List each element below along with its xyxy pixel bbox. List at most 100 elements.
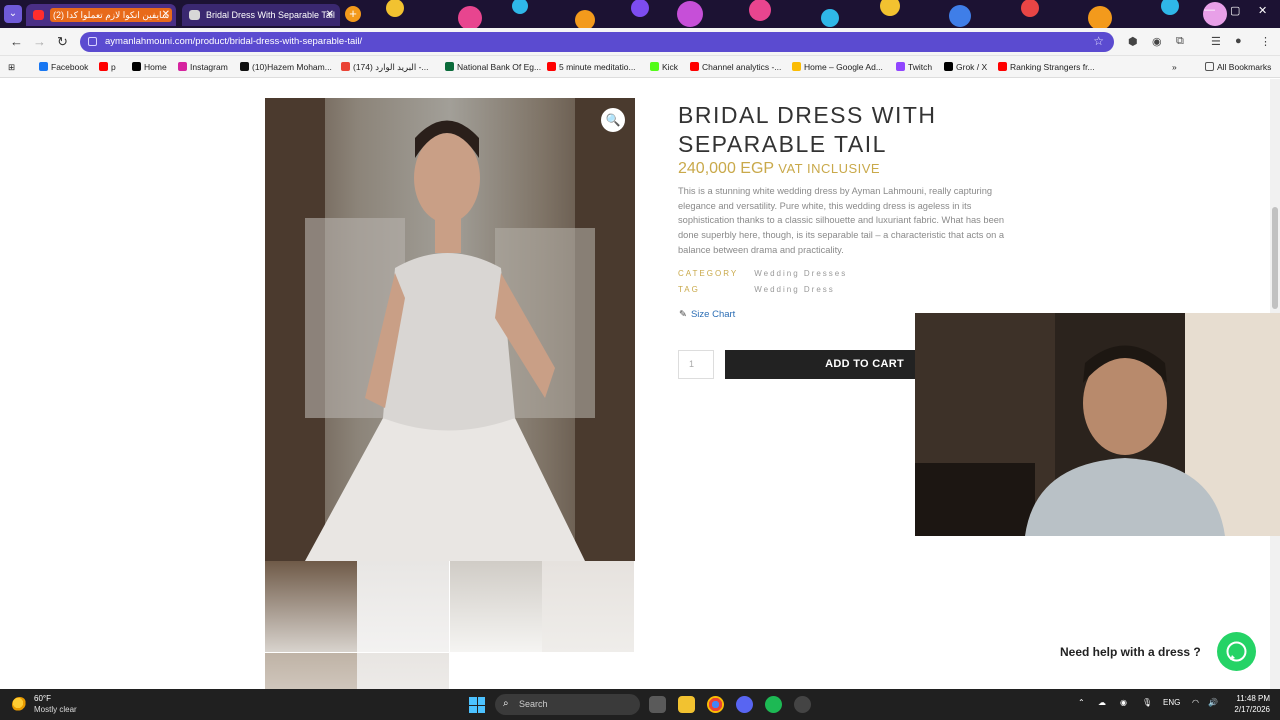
site-info-icon[interactable] [88,37,97,46]
bookmark-meditation[interactable]: 5 minute meditatio... [547,56,636,78]
onedrive-icon[interactable]: ☁ [1098,698,1106,707]
weather-icon[interactable] [12,697,27,712]
volume-icon[interactable]: 🔊 [1208,698,1218,707]
thumbnail-image[interactable] [357,653,449,689]
profile-avatar[interactable]: ● [1235,35,1242,47]
minimize-icon[interactable]: — [1204,4,1215,16]
thumbnail-image[interactable] [265,561,357,652]
bookmarks-overflow-icon[interactable]: » [1172,56,1177,78]
tab-title: (2) شايفين انكوا لازم تعملوا كدا [50,8,173,22]
forward-icon[interactable]: → [33,34,46,49]
bookmark-analytics[interactable]: Channel analytics -... [690,56,781,78]
new-tab-button[interactable]: + [345,6,361,22]
menu-icon[interactable]: ⋮ [1260,35,1271,48]
gmail-icon [341,62,350,71]
size-chart-link[interactable]: ✎ Size Chart [679,309,735,320]
bookmarks-bar: ⊞ Facebook p Home Instagram (10)Hazem Mo… [0,56,1280,78]
bookmark-ranking[interactable]: Ranking Strangers fr... [998,56,1095,78]
task-view-icon[interactable] [649,696,666,713]
bookmark-label: Ranking Strangers fr... [1010,62,1095,72]
microphone-icon[interactable]: 🎙 [1142,698,1152,707]
bookmark-grok[interactable]: Grok / X [944,56,987,78]
bookmark-label: National Bank Of Eg... [457,62,542,72]
tab-youtube[interactable]: (2) شايفين انكوا لازم تعملوا كدا ✕ [26,4,176,26]
language-indicator[interactable]: ENG [1163,698,1180,707]
youtube-icon [690,62,699,71]
bookmark-google-ads[interactable]: Home – Google Ad... [792,56,883,78]
bookmark-gmail[interactable]: (174) البريد الوارد -... [341,56,429,78]
webcam-overlay [915,313,1280,536]
scrollbar-thumb[interactable] [1272,207,1278,309]
chrome-icon[interactable] [707,696,724,713]
reload-icon[interactable]: ↻ [57,34,68,50]
taskbar-search[interactable]: ⌕ Search [495,694,640,715]
bookmark-home-x[interactable]: Home [132,56,167,78]
bookmark-instagram[interactable]: Instagram [178,56,228,78]
bookmark-label: p [111,62,116,72]
app-icon[interactable] [794,696,811,713]
vat-label: VAT INCLUSIVE [778,161,881,176]
back-icon[interactable]: ← [10,34,23,49]
youtube-icon [547,62,556,71]
thumbnail-image[interactable] [542,561,634,652]
extension-icon[interactable]: ⬢ [1128,35,1138,48]
close-tab-icon[interactable]: ✕ [326,4,334,26]
tiktok-icon [240,62,249,71]
bookmark-tiktok[interactable]: (10)Hazem Moham... [240,56,332,78]
bookmark-label: Twitch [908,62,933,72]
twitch-icon [896,62,905,71]
discord-icon[interactable] [736,696,753,713]
tag-link[interactable]: Wedding Dress [754,285,835,294]
whatsapp-icon [1226,641,1247,662]
thumbnail-image[interactable] [265,653,357,689]
tag-row: TAG Wedding Dress [678,285,835,294]
kick-icon [650,62,659,71]
file-explorer-icon[interactable] [678,696,695,713]
product-main-image[interactable]: 🔍 [265,98,635,561]
discord-tray-icon[interactable]: ◉ [1120,698,1127,707]
extensions-puzzle-icon[interactable]: ⧉ [1176,35,1184,48]
help-text: Need help with a dress ? [1060,645,1201,659]
bookmark-twitch[interactable]: Twitch [896,56,932,78]
x-icon [132,62,141,71]
extension-icon[interactable]: ◉ [1152,35,1162,48]
bookmark-label: (10)Hazem Moham... [252,62,332,72]
thumbnail-image[interactable] [450,561,542,652]
bookmark-nbe[interactable]: National Bank Of Eg... [445,56,541,78]
weather-condition: Mostly clear [34,705,77,714]
bookmark-label: Instagram [190,62,228,72]
instagram-icon [178,62,187,71]
size-chart-label: Size Chart [690,309,736,320]
product-price: 240,000 EGP VAT INCLUSIVE [678,160,880,178]
start-button[interactable] [469,697,485,713]
bookmark-label: Home – Google Ad... [804,62,883,72]
wifi-icon[interactable]: ◠ [1192,698,1199,707]
tray-overflow-icon[interactable]: ⌃ [1078,698,1085,707]
tab-search-button[interactable]: ⌄ [4,5,22,23]
zoom-icon[interactable]: 🔍 [601,108,625,132]
site-icon [189,10,200,20]
category-link[interactable]: Wedding Dresses [754,269,847,278]
tab-bridal-dress[interactable]: Bridal Dress With Separable Tail ✕ [182,4,340,26]
apps-icon[interactable]: ⊞ [8,56,15,78]
bookmark-star-icon[interactable]: ☆ [1093,34,1104,48]
reading-list-icon[interactable]: ☰ [1211,35,1221,48]
add-to-cart-button[interactable]: ADD TO CART [725,350,920,379]
close-tab-icon[interactable]: ✕ [162,4,170,26]
bookmark-kick[interactable]: Kick [650,56,678,78]
bookmark-label: Kick [662,62,679,72]
quantity-input[interactable]: 1 [678,350,714,379]
url-bar[interactable]: aymanlahmouni.com/product/bridal-dress-w… [80,32,1114,52]
close-window-icon[interactable]: ✕ [1258,4,1267,17]
bank-icon [445,62,454,71]
search-icon: ⌕ [503,698,509,709]
thumbnail-image[interactable] [357,561,449,652]
maximize-icon[interactable]: ▢ [1230,4,1240,17]
bookmark-p[interactable]: p [99,56,116,78]
whatsapp-chat-button[interactable] [1217,632,1256,671]
clock-date: 2/17/2026 [1234,705,1270,714]
all-bookmarks[interactable]: All Bookmarks [1205,56,1271,78]
spotify-icon[interactable] [765,696,782,713]
bookmark-facebook[interactable]: Facebook [39,56,88,78]
system-clock[interactable]: 11:48 PM 2/17/2026 [1226,693,1270,715]
